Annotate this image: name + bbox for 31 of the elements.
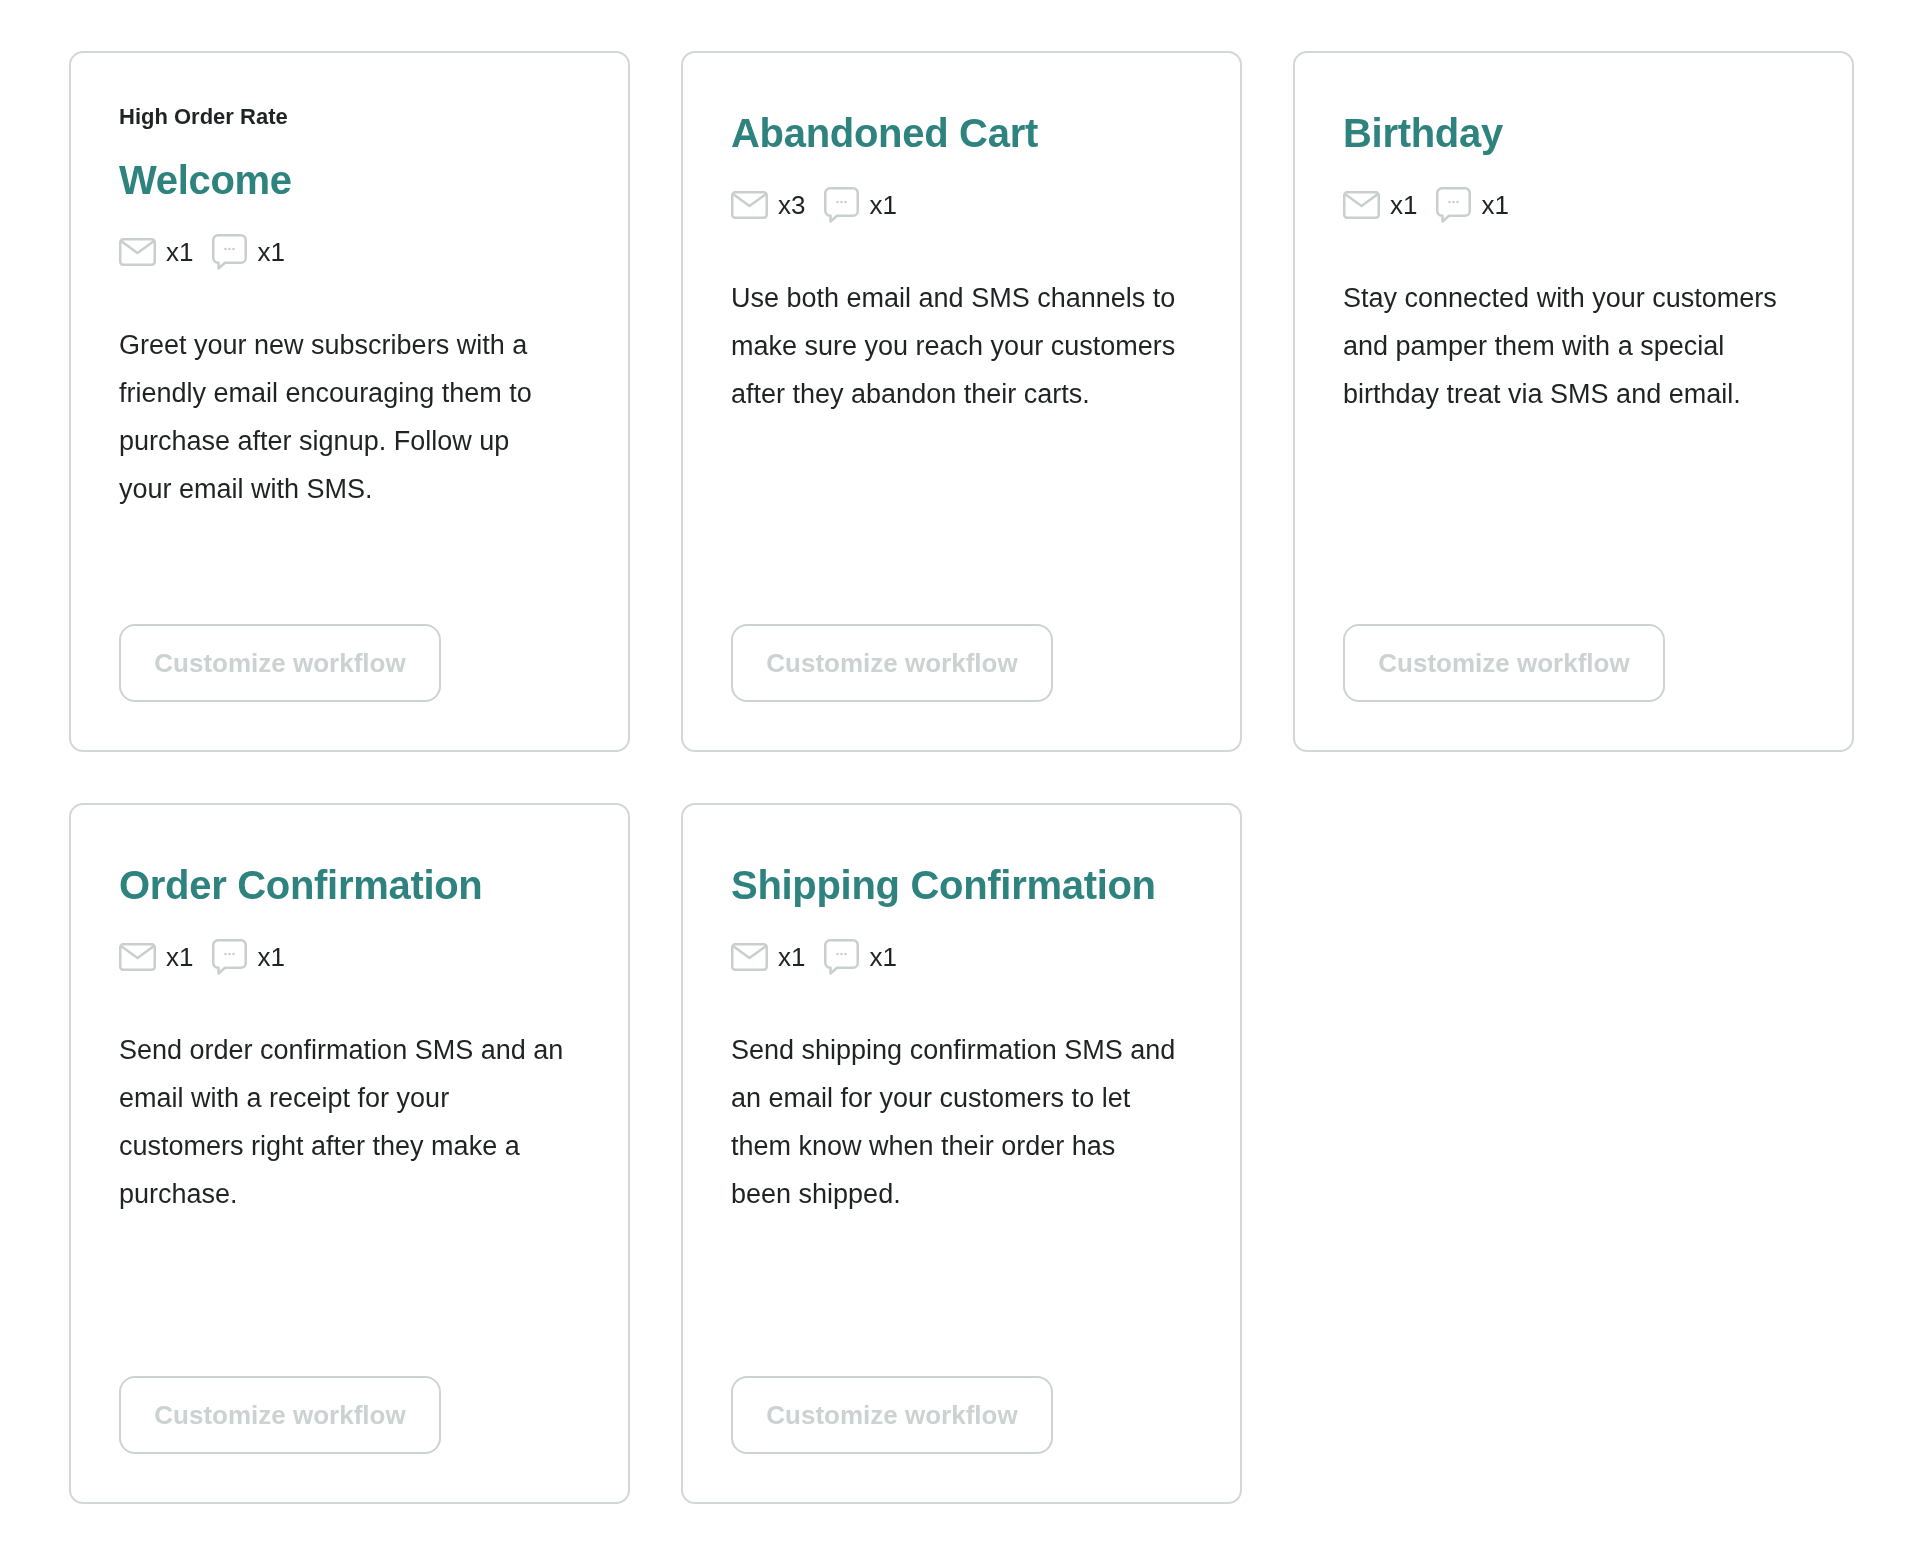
card-description: Greet your new subscribers with a friendly email encouraging them to purchase after signup. Follow up your email with SMS. xyxy=(119,329,533,506)
card-title: Shipping Confirmation xyxy=(731,862,1157,909)
chat-bubble-icon xyxy=(1436,187,1472,223)
channel-count: x1 xyxy=(257,237,285,267)
card-description: Use both email and SMS channels to make sure you reach your customers after they abandon their carts. xyxy=(731,282,1177,411)
card-title: Order Confirmation xyxy=(119,862,484,909)
channel-count: x1 xyxy=(1390,190,1418,220)
channel-count: x1 xyxy=(257,942,285,972)
channel-count: x1 xyxy=(166,237,194,267)
card-title: Birthday xyxy=(1343,110,1504,157)
envelope-icon xyxy=(731,943,768,971)
channel-count: x1 xyxy=(1481,190,1509,220)
envelope-icon xyxy=(731,191,768,219)
channel-count: x1 xyxy=(869,942,897,972)
envelope-icon xyxy=(119,238,156,266)
chat-bubble-icon xyxy=(212,234,248,270)
channel-count: x1 xyxy=(166,942,194,972)
channel-count: x1 xyxy=(778,942,806,972)
channel-count: x1 xyxy=(869,190,897,220)
card-label: High Order Rate xyxy=(119,103,289,131)
card-description: Stay connected with your customers and pamper them with a special birthday treat via SMS and email. xyxy=(1343,282,1778,411)
card-description: Send shipping confirmation SMS and an email for your customers to let them know when their order has been shipped. xyxy=(731,1034,1177,1211)
card-title: Welcome xyxy=(119,157,293,204)
chat-bubble-icon xyxy=(824,187,860,223)
envelope-icon xyxy=(1343,191,1380,219)
card-title: Abandoned Cart xyxy=(731,110,1039,157)
channel-count: x3 xyxy=(778,190,806,220)
chat-bubble-icon xyxy=(824,939,860,975)
chat-bubble-icon xyxy=(212,939,248,975)
envelope-icon xyxy=(119,943,156,971)
card-description: Send order confirmation SMS and an email with a receipt for your customers right after they make a purchase. xyxy=(119,1034,565,1211)
